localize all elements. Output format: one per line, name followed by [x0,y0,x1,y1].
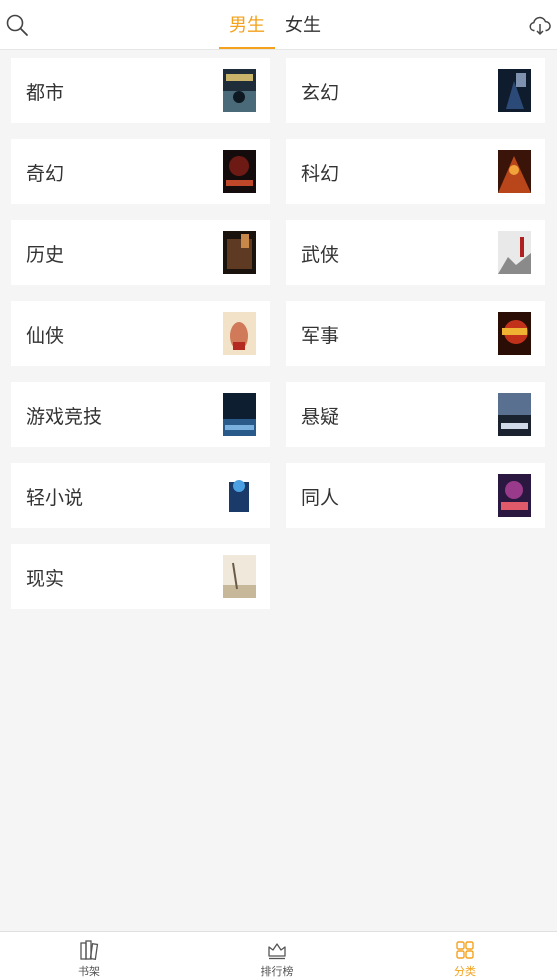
category-title: 都市 [26,82,65,104]
crown-icon [267,939,287,961]
category-title: 游戏竞技 [26,406,103,428]
book-cover-image [223,393,256,436]
category-title: 玄幻 [301,82,340,104]
category-card[interactable]: 科幻 [286,139,545,204]
category-title: 仙侠 [26,325,65,347]
book-cover-image [223,555,256,598]
category-title: 现实 [26,568,65,590]
category-title: 武侠 [301,244,340,266]
category-card[interactable]: 都市 [11,58,270,123]
category-title: 奇幻 [26,163,65,185]
grid-icon [455,939,475,961]
category-card[interactable]: 同人 [286,463,545,528]
book-cover-image [223,150,256,193]
nav-category[interactable]: 分类 [420,932,510,979]
tab-female[interactable]: 女生 [275,0,331,49]
category-title: 轻小说 [26,487,84,509]
book-cover-image [498,393,531,436]
top-bar: 男生 女生 [0,0,557,50]
book-cover-image [498,69,531,112]
category-card[interactable]: 历史 [11,220,270,285]
category-card[interactable]: 轻小说 [11,463,270,528]
category-card[interactable]: 玄幻 [286,58,545,123]
category-card[interactable]: 军事 [286,301,545,366]
category-title: 历史 [26,244,65,266]
nav-ranking[interactable]: 排行榜 [232,932,322,979]
category-title: 悬疑 [301,406,340,428]
bookshelf-icon [79,939,99,961]
book-cover-image [498,312,531,355]
category-card[interactable]: 仙侠 [11,301,270,366]
tab-male[interactable]: 男生 [219,0,275,49]
category-title: 科幻 [301,163,340,185]
category-title: 军事 [301,325,340,347]
category-card[interactable]: 游戏竞技 [11,382,270,447]
book-cover-image [498,231,531,274]
bottom-nav: 书架 排行榜 分类 [0,931,557,979]
nav-bookshelf[interactable]: 书架 [44,932,134,979]
book-cover-image [223,231,256,274]
category-card[interactable]: 奇幻 [11,139,270,204]
nav-label: 分类 [454,965,476,978]
category-title: 同人 [301,487,340,509]
cloud-download-icon[interactable] [528,13,552,37]
search-icon[interactable] [5,13,29,37]
book-cover-image [223,312,256,355]
category-card[interactable]: 武侠 [286,220,545,285]
category-card[interactable]: 悬疑 [286,382,545,447]
book-cover-image [498,474,531,517]
nav-label: 书架 [78,965,100,978]
category-card[interactable]: 现实 [11,544,270,609]
app-root: 男生 女生 都市 玄幻 奇幻 科幻 历史 武侠 仙侠 军事 游戏竞技 悬疑 轻小… [0,0,557,979]
book-cover-image [223,69,256,112]
book-cover-image [498,150,531,193]
book-cover-image [223,474,256,517]
nav-label: 排行榜 [260,965,294,978]
